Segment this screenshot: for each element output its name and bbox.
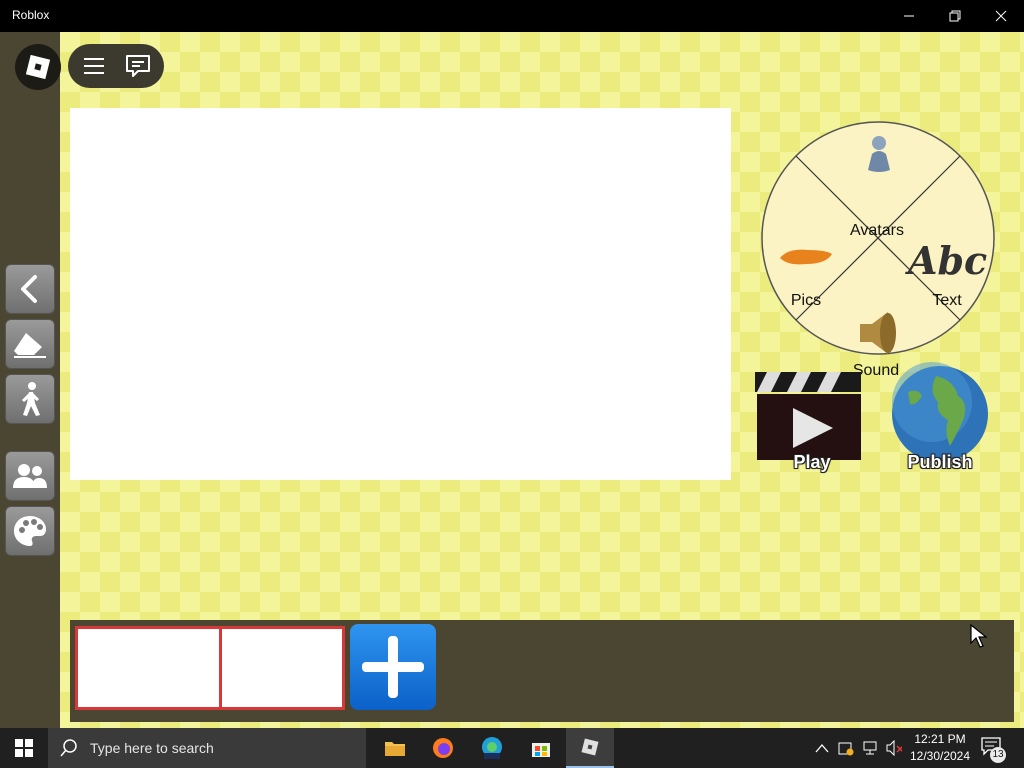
restore-button[interactable] — [932, 0, 978, 32]
plus-icon — [362, 636, 424, 698]
eraser-button[interactable] — [5, 319, 55, 369]
avatars-segment[interactable] — [863, 134, 895, 179]
palette-icon — [14, 516, 46, 546]
tray-volume[interactable] — [886, 740, 902, 756]
eraser-icon — [14, 333, 46, 358]
taskbar-search[interactable]: Type here to search — [48, 728, 366, 768]
publish-label: Publish — [907, 452, 973, 472]
notification-count-badge: 13 — [990, 747, 1006, 763]
top-menu-pill — [68, 44, 164, 88]
taskbar: Type here to search 12:21 PM 12/30/2024 … — [0, 728, 1024, 768]
frame-thumbnail-2[interactable] — [219, 626, 345, 710]
menu-icon — [84, 58, 104, 74]
security-icon — [838, 742, 854, 756]
clapperboard-icon — [755, 372, 861, 460]
avatars-label[interactable]: Avatars — [837, 222, 917, 240]
taskbar-microsoft-store[interactable] — [517, 728, 565, 768]
clock-date: 12/30/2024 — [909, 749, 971, 763]
network-icon — [863, 741, 877, 755]
players-button[interactable] — [5, 451, 55, 501]
frames-bar — [70, 620, 1014, 722]
mouse-cursor-icon — [970, 624, 988, 648]
window-title: Roblox — [12, 8, 50, 22]
sound-segment[interactable] — [854, 308, 900, 363]
roblox-icon — [581, 738, 599, 756]
play-button[interactable]: Play — [753, 368, 865, 478]
pics-segment[interactable] — [778, 244, 834, 273]
file-explorer-icon — [385, 742, 405, 756]
pics-brush-icon — [780, 249, 832, 265]
people-icon — [13, 464, 47, 488]
search-icon — [60, 739, 77, 757]
microsoft-store-icon — [532, 743, 550, 757]
search-placeholder: Type here to search — [90, 740, 214, 756]
minimize-button[interactable] — [886, 0, 932, 32]
windows-icon — [15, 739, 33, 757]
taskbar-clock[interactable]: 12:21 PM 12/30/2024 — [904, 731, 976, 765]
tray-network[interactable] — [862, 740, 878, 756]
add-frame-button[interactable] — [350, 624, 436, 710]
title-bar: Roblox — [0, 0, 1024, 32]
insert-wheel: Avatars Pics Abc Text Sound — [760, 120, 996, 379]
palette-button[interactable] — [5, 506, 55, 556]
taskbar-roblox[interactable] — [566, 728, 614, 768]
hamburger-menu-button[interactable] — [70, 44, 118, 88]
text-label[interactable]: Text — [907, 292, 987, 310]
frame-thumbnail-1[interactable] — [75, 626, 223, 710]
taskbar-file-explorer[interactable] — [371, 728, 419, 768]
minimize-icon — [904, 15, 914, 17]
taskbar-firefox[interactable] — [419, 728, 467, 768]
animate-button[interactable] — [5, 374, 55, 424]
edge-beta-icon — [482, 737, 502, 759]
volume-muted-icon — [886, 740, 902, 756]
stage-canvas[interactable] — [70, 108, 731, 480]
chat-icon — [126, 55, 150, 77]
arrow-left-icon — [21, 275, 37, 303]
pics-label[interactable]: Pics — [766, 292, 846, 310]
restore-icon — [949, 10, 961, 22]
tray-security[interactable] — [838, 740, 854, 756]
chat-button[interactable] — [114, 44, 162, 88]
show-hidden-icons[interactable] — [814, 740, 830, 756]
play-label: Play — [793, 452, 831, 472]
roblox-menu-button[interactable] — [15, 44, 61, 90]
close-button[interactable] — [978, 0, 1024, 32]
clock-time: 12:21 PM — [914, 732, 966, 746]
app-area: Avatars Pics Abc Text Sound Play Publish — [0, 32, 1024, 728]
taskbar-edge-beta[interactable] — [468, 728, 516, 768]
speaker-icon — [860, 312, 896, 354]
abc-text-icon[interactable]: Abc — [908, 238, 987, 283]
back-button[interactable] — [5, 264, 55, 314]
close-icon — [995, 10, 1007, 22]
publish-button[interactable]: Publish — [888, 362, 994, 476]
walking-person-icon — [22, 382, 40, 416]
globe-icon — [892, 362, 988, 462]
roblox-logo-icon — [25, 54, 51, 80]
start-button[interactable] — [0, 728, 48, 768]
chevron-up-icon — [815, 744, 829, 753]
avatar-pawn-icon — [868, 136, 890, 172]
firefox-icon — [433, 738, 453, 758]
